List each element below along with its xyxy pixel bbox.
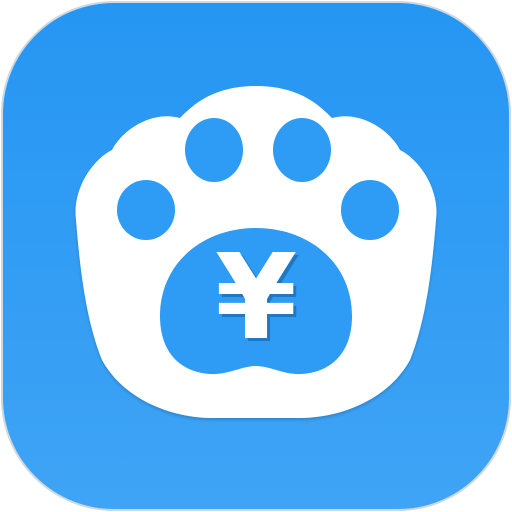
app-icon-canvas: ¥ ¥ [0, 0, 512, 512]
paw-toe-pad-left [117, 180, 175, 240]
paw-yuan-app-icon[interactable]: ¥ ¥ [0, 0, 512, 512]
paw-toe-pad-top-left [185, 118, 243, 182]
paw-toe-pad-right [341, 180, 399, 240]
paw-toe-pad-top-right [273, 118, 331, 182]
currency-symbol: ¥ [215, 228, 297, 366]
